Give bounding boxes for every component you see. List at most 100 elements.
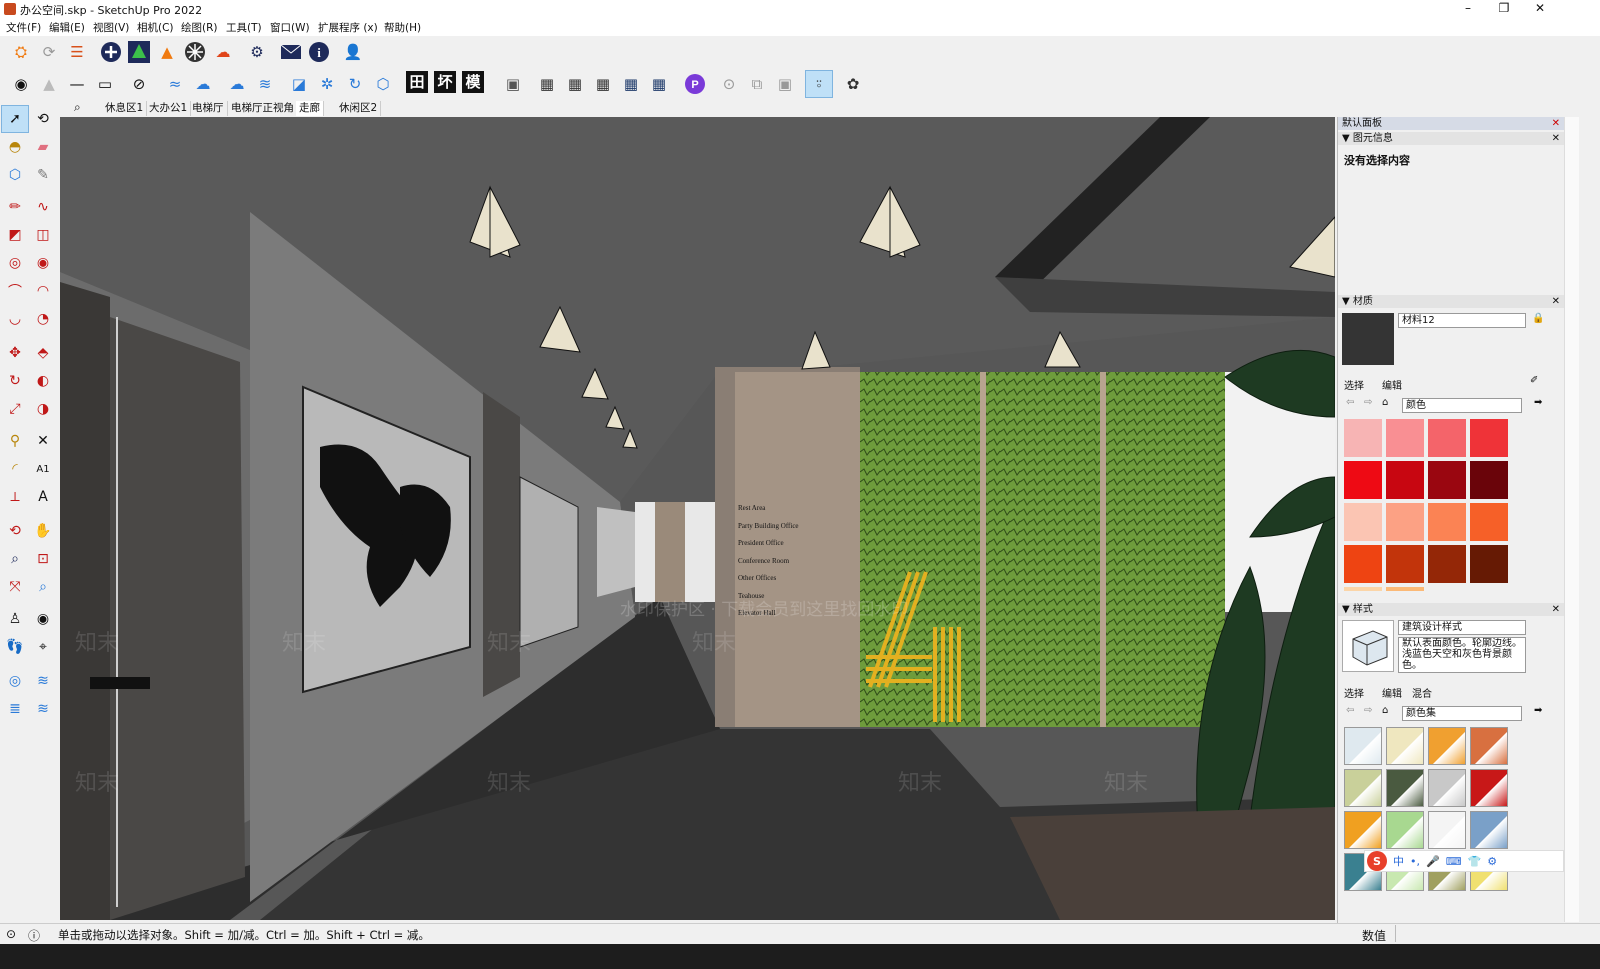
drape-icon[interactable]: ◪ <box>286 71 312 97</box>
style-tile[interactable] <box>1428 727 1466 765</box>
plugin-huai-button[interactable]: 坏 <box>434 71 456 93</box>
position-camera-icon[interactable]: ⊙ <box>716 71 742 97</box>
polygon-icon[interactable]: ◉ <box>30 250 56 276</box>
style-tile[interactable] <box>1470 811 1508 849</box>
text-tool-icon[interactable]: A1 <box>30 456 56 482</box>
material-swatch[interactable] <box>1344 545 1382 583</box>
warehouse-icon[interactable]: ⛭ <box>8 39 34 65</box>
checker-icon[interactable] <box>182 39 208 65</box>
eraser-icon[interactable]: ▰ <box>30 134 56 160</box>
entity-info-close-icon[interactable]: ✕ <box>1552 132 1560 145</box>
styles-tab-edit[interactable]: 编辑 <box>1382 685 1402 700</box>
style-tile[interactable] <box>1344 727 1382 765</box>
material-swatch[interactable] <box>1386 587 1424 591</box>
materials-header[interactable]: ▼ 材质 ✕ <box>1338 295 1564 308</box>
xray-icon[interactable]: ◉ <box>8 71 34 97</box>
measurements-input[interactable] <box>1395 925 1596 942</box>
axes-icon[interactable]: ⟂ <box>2 484 28 510</box>
styles-close-icon[interactable]: ✕ <box>1552 603 1560 616</box>
zoom-icon[interactable]: ⌕ <box>2 546 28 572</box>
material-swatch[interactable] <box>1428 419 1466 457</box>
layers-icon[interactable]: ☰ <box>64 39 90 65</box>
style-tile[interactable] <box>1470 769 1508 807</box>
tray-close-icon[interactable]: ✕ <box>1552 117 1560 130</box>
select-arrow-icon[interactable]: ➚ <box>1 105 29 133</box>
restore-button[interactable]: ❐ <box>1486 0 1522 18</box>
position-camera-tool-icon[interactable]: ♙ <box>2 606 28 632</box>
previous-view-icon[interactable]: ⌕ <box>30 574 56 600</box>
tab-scene-leisure-2[interactable]: 休闲区2 <box>336 101 382 116</box>
stamp-icon[interactable]: ≋ <box>252 71 278 97</box>
pan-hand-icon[interactable]: ✋ <box>30 518 56 544</box>
info-icon[interactable]: i <box>306 39 332 65</box>
microphone-icon[interactable]: 🎤 <box>1426 855 1440 868</box>
status-info-icon[interactable]: ⓘ <box>28 927 40 944</box>
menu-camera[interactable]: 相机(C) <box>137 20 174 35</box>
search-icon[interactable]: ⌕ <box>74 100 81 115</box>
dimension-icon[interactable]: ✕ <box>30 428 56 454</box>
3d-text-icon[interactable]: A <box>30 484 56 510</box>
close-window-button[interactable]: ✕ <box>1522 0 1558 18</box>
walk-icon[interactable]: ⍤ <box>805 70 833 98</box>
styles-back-icon[interactable]: ⇦ <box>1346 705 1354 716</box>
push-pull-icon[interactable]: ⬘ <box>30 340 56 366</box>
tab-scene-big-office-1[interactable]: 大办公1 <box>146 101 192 116</box>
refresh-icon[interactable]: ⟳ <box>36 39 62 65</box>
material-sample-icon[interactable]: 🔒 <box>1532 313 1544 324</box>
ime-mode[interactable]: 中 <box>1393 853 1404 869</box>
tab-scene-corridor[interactable]: 走廊 <box>296 101 324 116</box>
material-swatch[interactable] <box>1344 419 1382 457</box>
menu-edit[interactable]: 编辑(E) <box>49 20 85 35</box>
line-icon[interactable]: — <box>64 71 90 97</box>
material-swatch[interactable] <box>1344 503 1382 541</box>
rotated-rect-icon[interactable]: ◫ <box>30 222 56 248</box>
settings-gear-icon[interactable]: ⚙ <box>244 39 270 65</box>
style-tile[interactable] <box>1470 727 1508 765</box>
geo-location-icon[interactable]: ⊙ <box>6 927 16 941</box>
sogou-logo-icon[interactable]: S <box>1367 851 1387 871</box>
pie-icon[interactable]: ◔ <box>30 306 56 332</box>
add-detail-icon[interactable]: ✲ <box>314 71 340 97</box>
tab-scene-rest-area-1[interactable]: 休息区1 <box>102 101 148 116</box>
user-account-icon[interactable]: 👤 <box>340 39 366 65</box>
model-viewport[interactable]: Rest Area Party Building Office Presiden… <box>60 117 1335 920</box>
look-around-icon[interactable]: ◉ <box>30 606 56 632</box>
tab-scene-elevator-front[interactable]: 电梯厅正视角 <box>228 101 298 116</box>
section-plane-icon[interactable]: ⌖ <box>30 634 56 660</box>
circle-icon[interactable]: ◎ <box>2 250 28 276</box>
style-description-field[interactable]: 默认表面颜色。轮廓边线。浅蓝色天空和灰色背景颜色。 <box>1398 637 1526 673</box>
three-point-arc-icon[interactable]: ◡ <box>2 306 28 332</box>
front-view-icon[interactable]: ▦ <box>590 71 616 97</box>
tape-measure-icon[interactable]: ⚲ <box>2 428 28 454</box>
material-swatch[interactable] <box>1386 503 1424 541</box>
home-icon[interactable]: ⌂ <box>1382 397 1388 408</box>
material-library-select[interactable]: 颜色 <box>1402 398 1522 413</box>
camera-icon[interactable]: ▣ <box>772 71 798 97</box>
style-tile[interactable] <box>1386 769 1424 807</box>
plugin-p-icon[interactable]: P <box>682 71 708 97</box>
mail-icon[interactable] <box>278 39 304 65</box>
paint-bucket-icon[interactable]: ◓ <box>2 134 28 160</box>
shaded-icon[interactable]: ▲ <box>36 71 62 97</box>
style-name-field[interactable]: 建筑设计样式 <box>1398 620 1526 635</box>
flip-edge-icon[interactable]: ↻ <box>342 71 368 97</box>
smoove-icon[interactable]: ☁ <box>224 71 250 97</box>
smoove-tool-icon[interactable]: ≋ <box>30 696 56 722</box>
materials-tab-select[interactable]: 选择 <box>1344 377 1364 392</box>
menu-window[interactable]: 窗口(W) <box>270 20 310 35</box>
style-tile[interactable] <box>1428 769 1466 807</box>
styles-tab-mix[interactable]: 混合 <box>1412 685 1432 700</box>
sandbox-icon[interactable]: ◎ <box>2 668 28 694</box>
orbit-icon[interactable]: ⟲ <box>30 106 56 132</box>
style-tile[interactable] <box>1386 727 1424 765</box>
rectangle-icon[interactable]: ◩ <box>2 222 28 248</box>
rectangle-view-icon[interactable]: ▭ <box>92 71 118 97</box>
iso-view-icon[interactable]: ▦ <box>534 71 560 97</box>
materials-tab-edit[interactable]: 编辑 <box>1382 377 1402 392</box>
plugin-mo-button[interactable]: 模 <box>462 71 484 93</box>
material-swatch[interactable] <box>1470 503 1508 541</box>
material-swatch[interactable] <box>1470 461 1508 499</box>
style-tile[interactable] <box>1344 769 1382 807</box>
material-swatch[interactable] <box>1470 419 1508 457</box>
material-swatch[interactable] <box>1428 545 1466 583</box>
